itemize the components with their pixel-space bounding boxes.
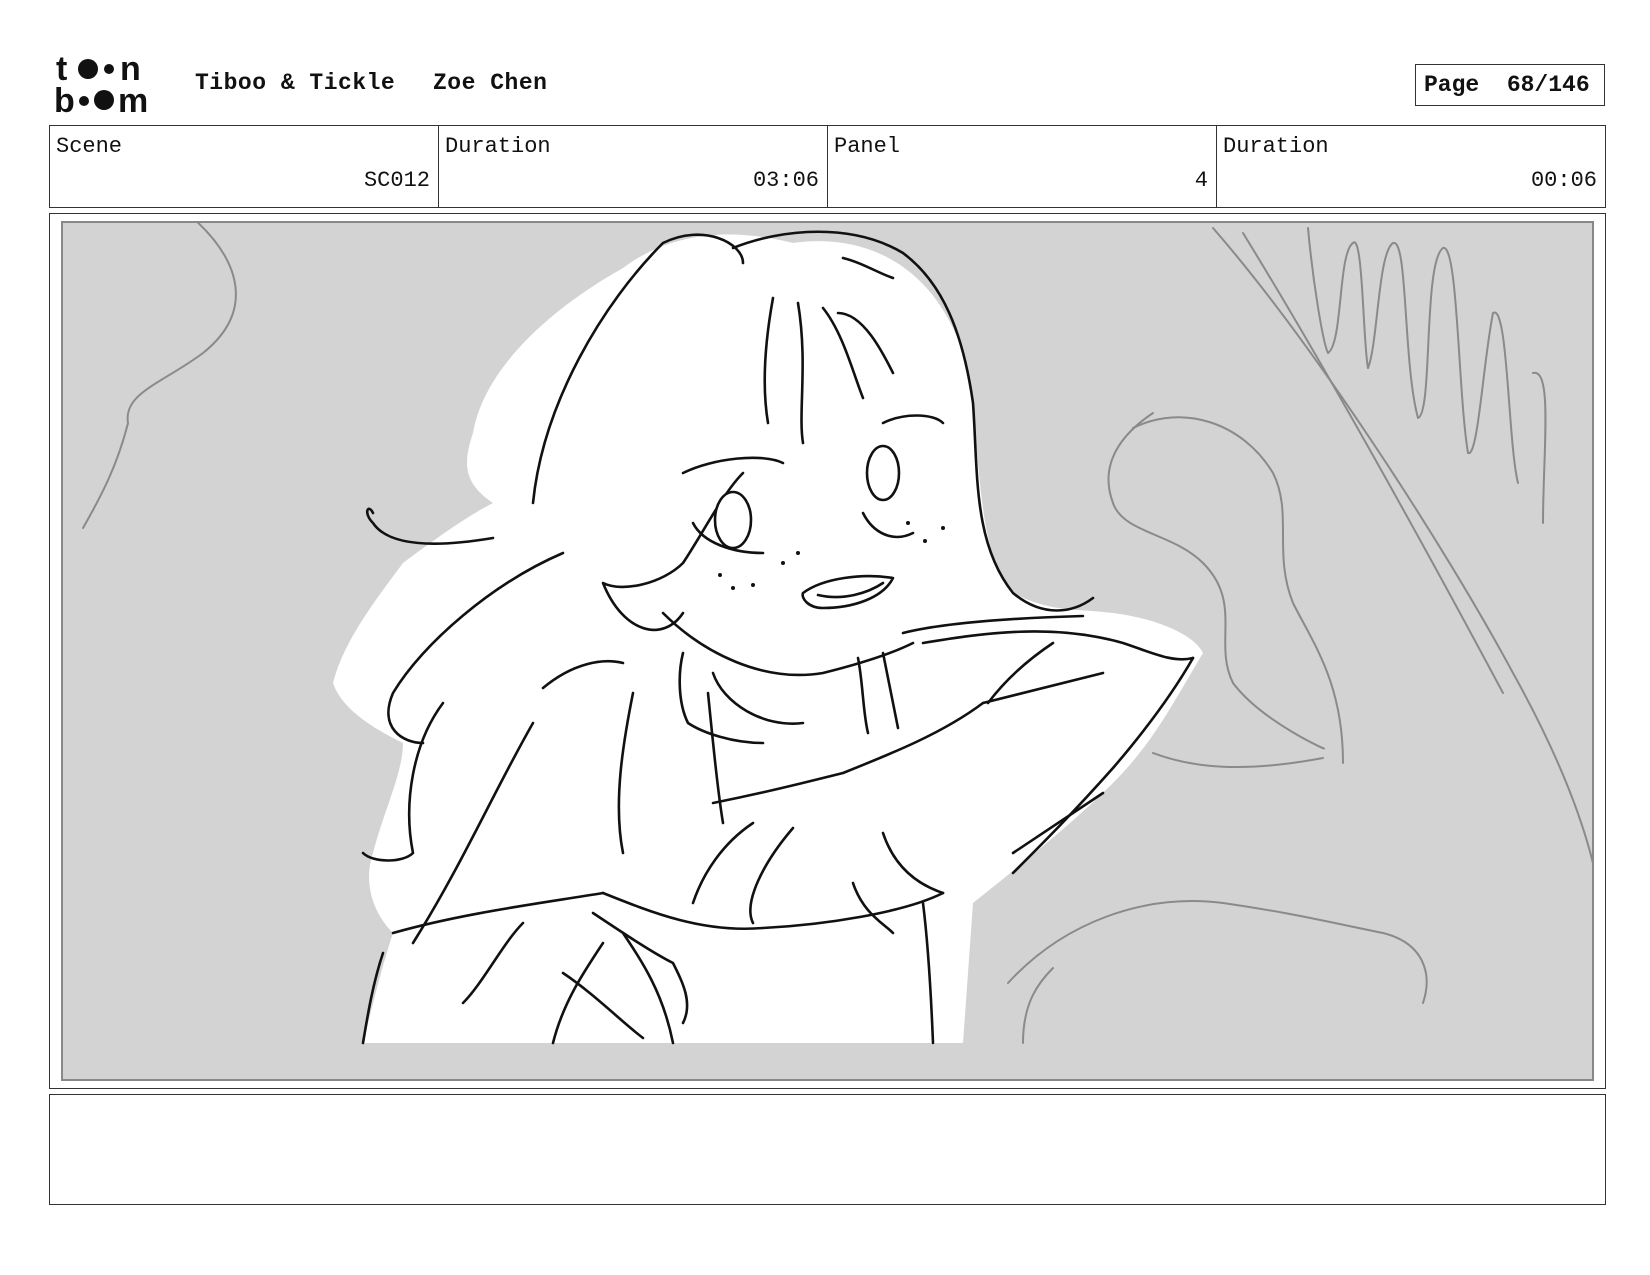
svg-text:m: m: [118, 82, 148, 116]
character-figure: [333, 234, 1203, 1043]
scene-cell: Scene SC012: [50, 126, 439, 207]
panel-cell: Panel 4: [828, 126, 1217, 207]
scene-label: Scene: [56, 134, 123, 159]
panel-duration-cell: Duration 00:06: [1217, 126, 1605, 207]
storyboard-panel-image: [61, 221, 1594, 1081]
scene-value: SC012: [363, 168, 430, 193]
svg-text:b: b: [54, 82, 75, 116]
panel-duration-label: Duration: [1223, 134, 1329, 159]
artist-name: Zoe Chen: [433, 70, 548, 96]
scene-info-table: Scene SC012 Duration 03:06 Panel 4 Durat…: [49, 125, 1606, 208]
page-indicator: Page 68/146: [1415, 64, 1605, 106]
project-title: Tiboo & Tickle: [195, 70, 396, 96]
scene-duration-label: Duration: [445, 134, 551, 159]
toon-boom-logo: t n b m: [54, 50, 170, 120]
scene-duration-cell: Duration 03:06: [439, 126, 828, 207]
page-label: Page: [1424, 72, 1480, 98]
page-number: 68/146: [1506, 72, 1590, 98]
panel-value: 4: [1194, 168, 1208, 193]
panel-label: Panel: [834, 134, 901, 159]
panel-notes-area: [49, 1094, 1606, 1205]
scene-duration-value: 03:06: [752, 168, 819, 193]
panel-duration-value: 00:06: [1530, 168, 1597, 193]
